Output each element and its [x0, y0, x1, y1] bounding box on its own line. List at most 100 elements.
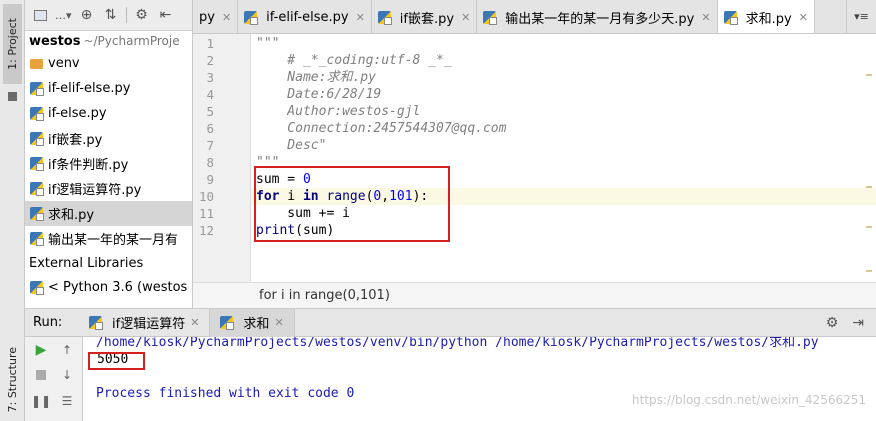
project-tool-tab[interactable]: 1: Project: [3, 4, 22, 84]
python-file-icon: [30, 82, 44, 96]
project-root-name: westos: [29, 33, 81, 49]
run-side-toolbar: ▶ ↑ ↓ ❚❚ ☰: [25, 337, 83, 421]
code-line-6: Connection:2457544307@qq.com: [256, 121, 507, 136]
tab-label: if嵌套.py: [399, 11, 455, 27]
more-dropdown[interactable]: …▾: [55, 9, 72, 22]
tool-window-strip: 1: Project 7: Structure: [0, 0, 25, 421]
project-tool-tab-label: 1: Project: [6, 18, 19, 70]
tab-sum[interactable]: 求和.py ✕: [717, 0, 815, 33]
stop-button[interactable]: [33, 367, 49, 383]
line-number: 5: [206, 104, 214, 119]
tab-list-menu[interactable]: ▾≡: [846, 0, 876, 33]
code-line-4: Date:6/28/19: [256, 87, 382, 102]
close-icon[interactable]: ✕: [222, 11, 231, 24]
project-root[interactable]: westos ~/PycharmProje: [25, 31, 192, 51]
toolbar-divider: [125, 7, 127, 23]
tab-month-days[interactable]: 输出某一年的某一月有多少天.py ✕: [477, 0, 718, 33]
code-line-5: Author:westos-gjl: [256, 104, 421, 119]
line-number: 6: [206, 121, 214, 136]
line-number: 8: [206, 155, 214, 170]
python-file-icon: [30, 132, 44, 146]
code-editor[interactable]: """ # _*_coding:utf-8 _*_ Name:求和.py Dat…: [251, 34, 876, 282]
python-icon: [30, 281, 44, 295]
tab-label: 求和.py: [745, 11, 792, 27]
scroll-from-source-icon[interactable]: ⊕: [78, 6, 96, 24]
project-tree-item-label: if逻辑运算符.py: [48, 183, 142, 198]
project-tree: venv if-elif-else.py if-else.py if嵌套.py if条件…: [25, 51, 192, 251]
gear-icon[interactable]: ⚙: [826, 315, 839, 331]
line-number: 3: [206, 70, 214, 85]
scroll-up-icon[interactable]: ↑: [59, 342, 75, 358]
structure-tool-tab[interactable]: 7: Structure: [3, 340, 22, 420]
console-command: /home/kiosk/PycharmProjects/westos/venv/…: [96, 337, 819, 350]
close-icon[interactable]: ✕: [356, 11, 365, 24]
python-file-icon: [723, 10, 738, 25]
project-tree-item[interactable]: 输出某一年的某一月有: [25, 226, 192, 251]
code-highlight-box: [254, 166, 450, 242]
project-tree-item[interactable]: if嵌套.py: [25, 126, 192, 151]
tab-if-nested[interactable]: if嵌套.py ✕: [372, 0, 478, 33]
close-icon[interactable]: ✕: [274, 316, 283, 329]
gear-icon[interactable]: ⚙: [133, 6, 151, 24]
project-tree-item[interactable]: if逻辑运算符.py: [25, 176, 192, 201]
python-file-icon: [30, 157, 44, 171]
line-number: 7: [206, 138, 214, 153]
python-file-icon: [30, 232, 44, 246]
breadcrumb-text: for i in range(0,101): [259, 288, 390, 303]
watermark: https://blog.csdn.net/weixin_42566251: [631, 393, 866, 407]
console-exit-message: Process finished with exit code 0: [96, 386, 355, 401]
python-file-icon: [89, 316, 103, 330]
line-number: 1: [206, 36, 214, 51]
project-tree-item[interactable]: if条件判断.py: [25, 151, 192, 176]
line-number-gutter: 1 2 3 4 5 6 7 8 9 10 11 12: [193, 34, 251, 282]
rerun-icon[interactable]: ▶: [33, 342, 49, 358]
tab-label: if-elif-else.py: [266, 9, 349, 25]
close-icon[interactable]: ✕: [461, 11, 470, 24]
external-libraries[interactable]: External Libraries: [25, 251, 192, 275]
close-icon[interactable]: ✕: [799, 11, 808, 24]
python-sdk-item[interactable]: < Python 3.6 (westos: [25, 275, 192, 300]
project-tree-item-label: if-elif-else.py: [48, 81, 131, 96]
project-tree-item[interactable]: 求和.py: [25, 201, 192, 226]
line-number: 4: [206, 87, 214, 102]
run-console[interactable]: /home/kiosk/PycharmProjects/westos/venv/…: [83, 337, 876, 421]
project-tree-item[interactable]: if-else.py: [25, 101, 192, 126]
soft-wrap-icon[interactable]: ☰: [59, 393, 75, 409]
close-icon[interactable]: ✕: [190, 316, 199, 329]
scroll-marker: [866, 226, 872, 228]
editor-breadcrumb[interactable]: for i in range(0,101): [193, 282, 876, 308]
project-tree-item[interactable]: if-elif-else.py: [25, 76, 192, 101]
code-line-7: Desc": [256, 138, 327, 153]
scroll-marker: [866, 186, 872, 188]
project-tree-item-label: if条件判断.py: [48, 158, 129, 173]
project-tree-item-label: if-else.py: [48, 106, 107, 121]
project-toolbar: …▾ ⊕ ⇅ ⚙ ⇤: [25, 0, 192, 31]
line-number: 11: [198, 206, 214, 221]
editor-tabs: py ✕ if-elif-else.py ✕ if嵌套.py ✕ 输出某一年的某…: [193, 0, 876, 34]
project-tree-item-label: 输出某一年的某一月有: [48, 233, 179, 248]
line-number: 9: [206, 172, 214, 187]
tab-partial-py[interactable]: py ✕: [193, 0, 239, 33]
scroll-down-icon[interactable]: ↓: [59, 367, 75, 383]
scroll-marker: [866, 74, 872, 76]
view-mode-button[interactable]: [31, 6, 49, 24]
python-file-icon: [30, 107, 44, 121]
project-tree-item-label: venv: [48, 56, 80, 71]
scroll-marker: [866, 270, 872, 272]
stop-icon: [36, 370, 46, 380]
tab-if-elif-else[interactable]: if-elif-else.py ✕: [238, 0, 372, 33]
hide-panel-icon[interactable]: ⇤: [157, 6, 175, 24]
code-line-3: Name:求和.py: [256, 70, 376, 85]
project-tree-item[interactable]: venv: [25, 51, 192, 76]
structure-tool-tab-label: 7: Structure: [6, 347, 19, 413]
pause-icon[interactable]: ❚❚: [31, 393, 51, 409]
collapse-all-icon[interactable]: ⇅: [102, 6, 120, 24]
close-icon[interactable]: ✕: [701, 11, 710, 24]
tab-label: 输出某一年的某一月有多少天.py: [505, 11, 695, 27]
run-tab-logic-operators[interactable]: if逻辑运算符 ✕: [79, 308, 211, 337]
python-file-icon: [244, 10, 259, 25]
hide-panel-icon[interactable]: ⇥: [852, 315, 864, 331]
python-file-icon: [30, 182, 44, 196]
line-number: 2: [206, 53, 214, 68]
run-tab-sum[interactable]: 求和 ✕: [210, 308, 295, 337]
